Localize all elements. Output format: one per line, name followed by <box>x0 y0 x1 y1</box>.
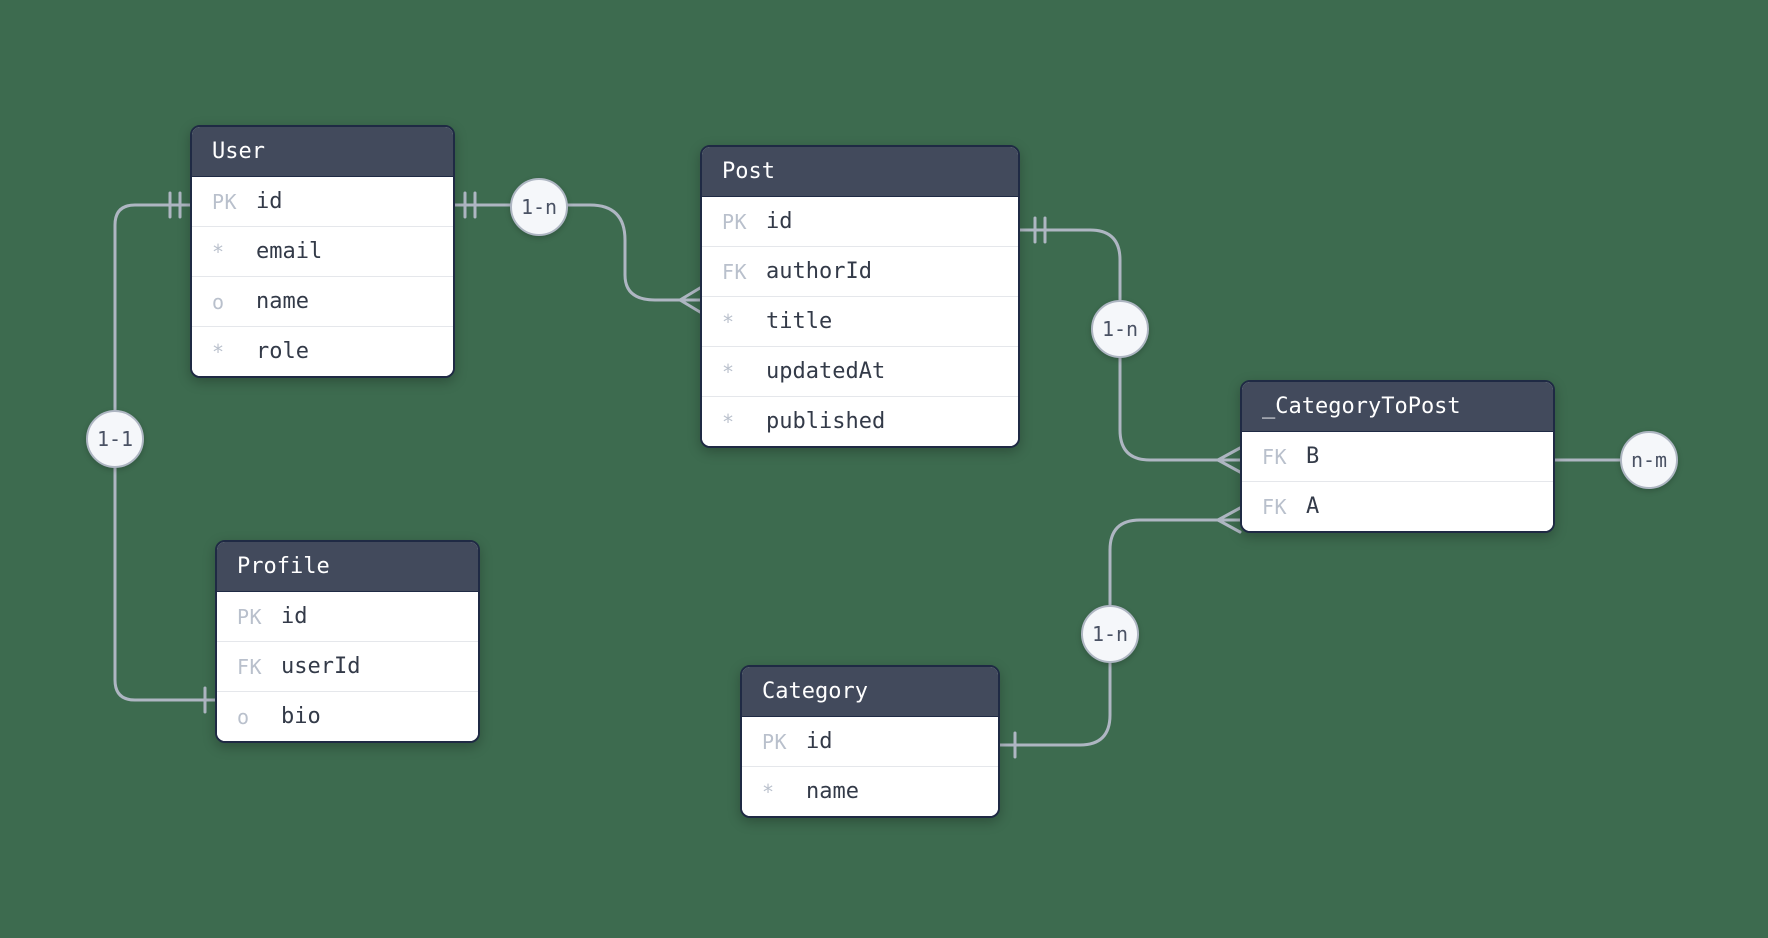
field-name: id <box>766 209 793 234</box>
field-name: authorId <box>766 259 872 284</box>
key-marker: PK <box>722 210 766 234</box>
entity-post-title: Post <box>722 159 775 184</box>
entity-profile-row-id: PK id <box>217 592 478 642</box>
field-name: title <box>766 309 832 334</box>
entity-user-row-id: PK id <box>192 177 453 227</box>
key-marker: * <box>212 340 256 364</box>
badge-label: 1-n <box>1102 317 1138 341</box>
entity-post-row-authorid: FK authorId <box>702 247 1018 297</box>
key-marker: FK <box>1262 445 1306 469</box>
entity-category-header: Category <box>742 667 998 717</box>
field-name: name <box>256 289 309 314</box>
field-name: A <box>1306 494 1319 519</box>
badge-user-profile: 1-1 <box>86 410 144 468</box>
entity-categorytopost-row-a: FK A <box>1242 482 1553 531</box>
entity-post-row-updatedat: * updatedAt <box>702 347 1018 397</box>
badge-post-categorytopost: 1-n <box>1091 300 1149 358</box>
entity-category-row-name: * name <box>742 767 998 816</box>
entity-post: Post PK id FK authorId * title * updated… <box>700 145 1020 448</box>
entity-categorytopost-header: _CategoryToPost <box>1242 382 1553 432</box>
field-name: updatedAt <box>766 359 885 384</box>
entity-user-title: User <box>212 139 265 164</box>
badge-category-categorytopost: 1-n <box>1081 605 1139 663</box>
key-marker: PK <box>212 190 256 214</box>
field-name: id <box>806 729 833 754</box>
field-name: email <box>256 239 322 264</box>
entity-user-row-email: * email <box>192 227 453 277</box>
entity-profile: Profile PK id FK userId o bio <box>215 540 480 743</box>
entity-user-row-role: * role <box>192 327 453 376</box>
key-marker: * <box>722 310 766 334</box>
badge-nm: n-m <box>1620 431 1678 489</box>
field-name: bio <box>281 704 321 729</box>
entity-category-title: Category <box>762 679 868 704</box>
entity-category-row-id: PK id <box>742 717 998 767</box>
erd-canvas: User PK id * email o name * role Profile… <box>0 0 1768 938</box>
entity-profile-title: Profile <box>237 554 330 579</box>
badge-label: 1-n <box>1092 622 1128 646</box>
key-marker: o <box>212 290 256 314</box>
field-name: id <box>281 604 308 629</box>
entity-user: User PK id * email o name * role <box>190 125 455 378</box>
badge-label: n-m <box>1631 448 1667 472</box>
entity-profile-row-userid: FK userId <box>217 642 478 692</box>
key-marker: * <box>722 410 766 434</box>
field-name: userId <box>281 654 360 679</box>
entity-category: Category PK id * name <box>740 665 1000 818</box>
entity-post-header: Post <box>702 147 1018 197</box>
entity-categorytopost-title: _CategoryToPost <box>1262 394 1461 419</box>
key-marker: PK <box>237 605 281 629</box>
field-name: B <box>1306 444 1319 469</box>
badge-label: 1-1 <box>97 427 133 451</box>
key-marker: PK <box>762 730 806 754</box>
entity-user-header: User <box>192 127 453 177</box>
key-marker: FK <box>237 655 281 679</box>
entity-profile-header: Profile <box>217 542 478 592</box>
entity-post-row-published: * published <box>702 397 1018 446</box>
field-name: role <box>256 339 309 364</box>
key-marker: FK <box>1262 495 1306 519</box>
badge-user-post: 1-n <box>510 178 568 236</box>
key-marker: FK <box>722 260 766 284</box>
key-marker: * <box>722 360 766 384</box>
field-name: published <box>766 409 885 434</box>
field-name: id <box>256 189 283 214</box>
badge-label: 1-n <box>521 195 557 219</box>
key-marker: * <box>762 780 806 804</box>
entity-profile-row-bio: o bio <box>217 692 478 741</box>
key-marker: o <box>237 705 281 729</box>
entity-categorytopost-row-b: FK B <box>1242 432 1553 482</box>
entity-user-row-name: o name <box>192 277 453 327</box>
entity-categorytopost: _CategoryToPost FK B FK A <box>1240 380 1555 533</box>
entity-post-row-id: PK id <box>702 197 1018 247</box>
entity-post-row-title: * title <box>702 297 1018 347</box>
key-marker: * <box>212 240 256 264</box>
field-name: name <box>806 779 859 804</box>
